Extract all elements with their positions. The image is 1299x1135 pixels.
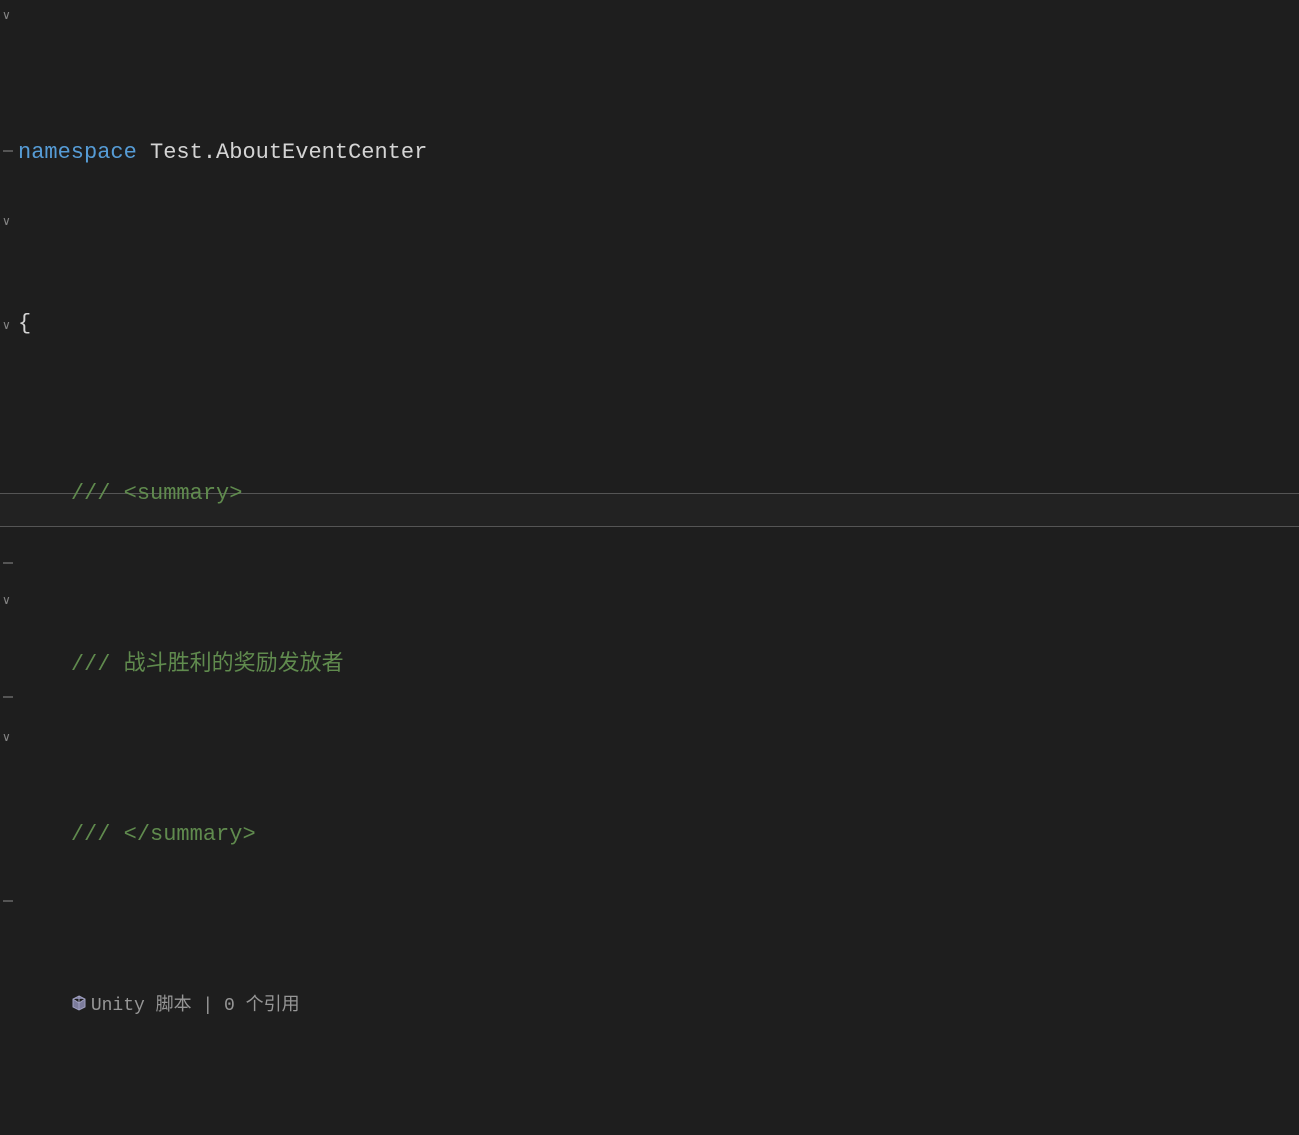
code-line[interactable]: /// <summary> — [18, 477, 1299, 511]
codelens-text[interactable]: Unity 脚本 | 0 个引用 — [91, 996, 300, 1016]
namespace-name: Test.AboutEventCenter — [150, 140, 427, 165]
brace: { — [18, 311, 31, 336]
code-line[interactable]: /// 战斗胜利的奖励发放者 — [18, 648, 1299, 682]
xmldoc: /// 战斗胜利的奖励发放者 — [71, 652, 344, 677]
gutter: ∨ ∨ ∨ ∨ ∨ — [0, 0, 18, 1135]
keyword-namespace: namespace — [18, 140, 137, 165]
code-area[interactable]: namespace Test.AboutEventCenter { /// <s… — [18, 0, 1299, 1135]
code-line[interactable]: { — [18, 307, 1299, 341]
xmldoc: /// </summary> — [71, 822, 256, 847]
code-line[interactable]: /// </summary> — [18, 818, 1299, 852]
codelens-line[interactable]: Unity 脚本 | 0 个引用 — [18, 988, 1299, 1022]
code-editor[interactable]: ∨ ∨ ∨ ∨ ∨ namespace Test.AboutEventCente… — [0, 0, 1299, 1135]
code-line[interactable]: namespace Test.AboutEventCenter — [18, 136, 1299, 170]
unity-cube-icon — [71, 995, 87, 1011]
xmldoc: /// <summary> — [71, 481, 243, 506]
